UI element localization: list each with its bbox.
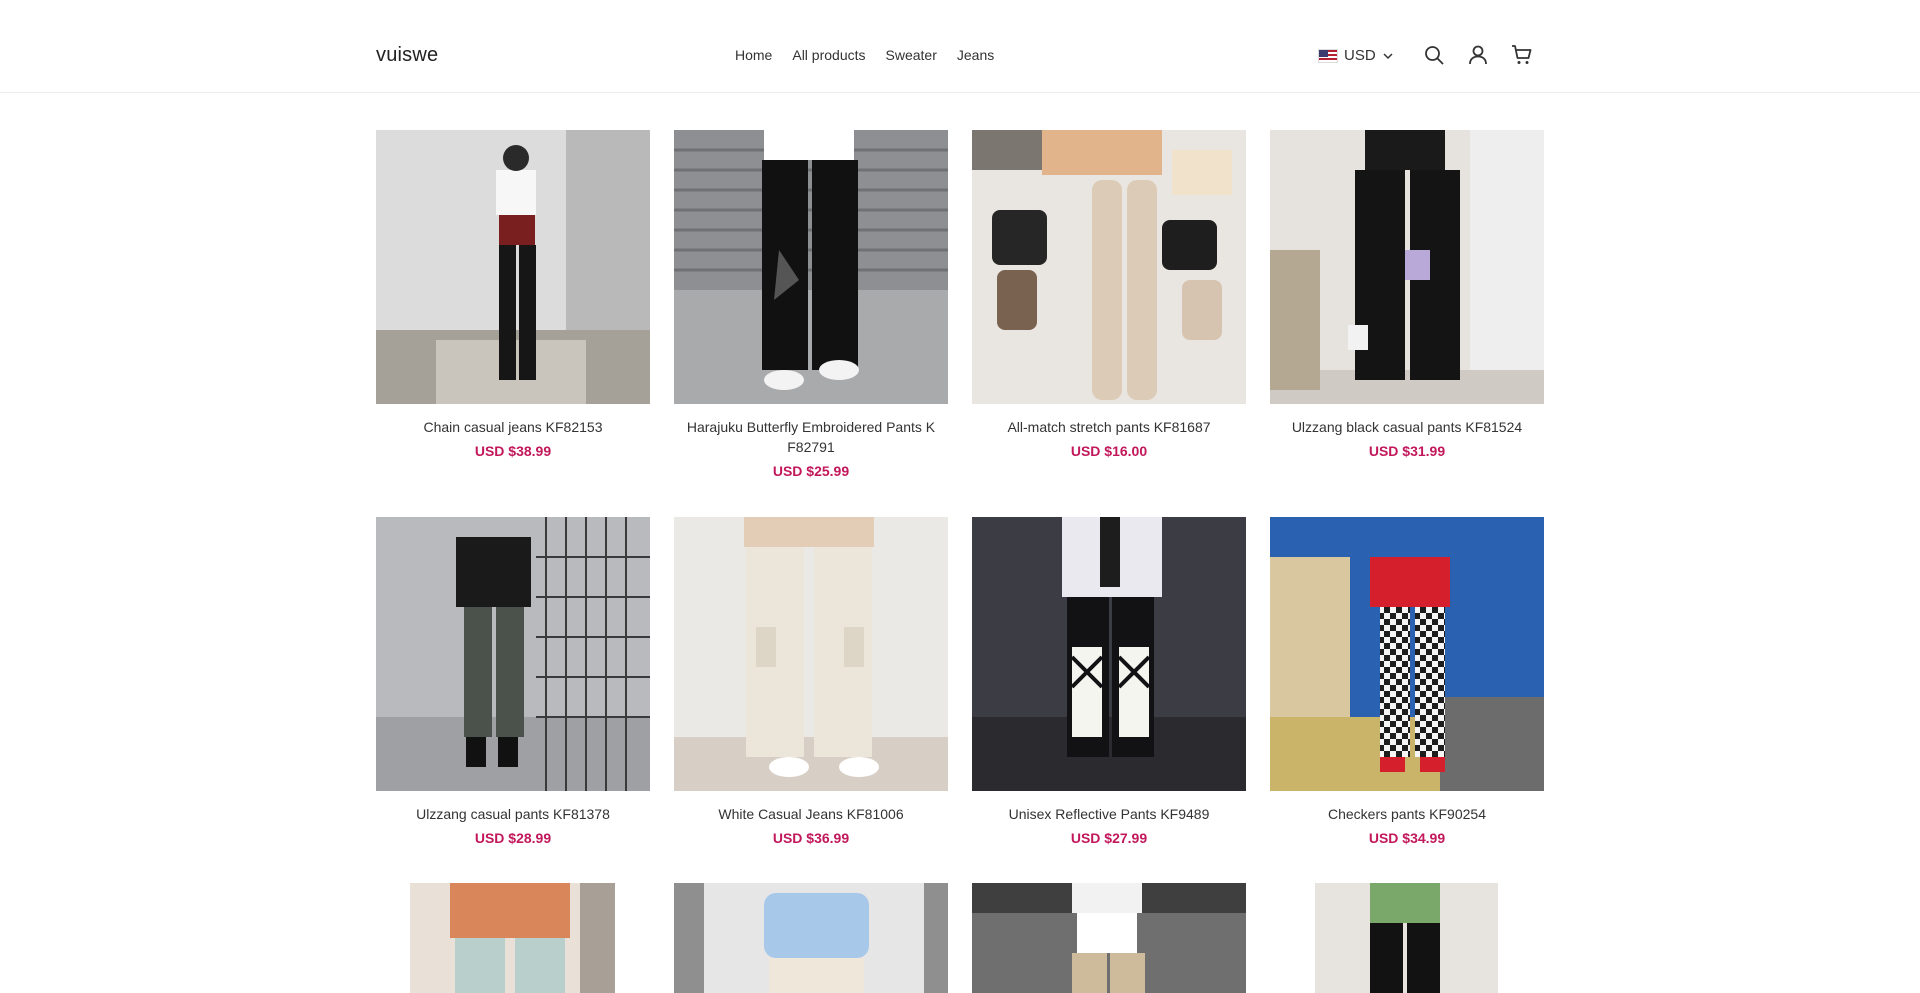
search-button[interactable] (1422, 43, 1446, 67)
product-price: USD $31.99 (1368, 443, 1446, 459)
product-card[interactable]: Ulzzang casual pants KF81378 USD $28.99 (376, 517, 650, 846)
user-icon (1469, 45, 1487, 65)
product-title[interactable]: Ulzzang black casual pants KF81524 (1270, 417, 1544, 437)
main-nav: Home All products Sweater Jeans (735, 47, 994, 63)
product-image[interactable] (972, 517, 1246, 791)
product-image[interactable] (972, 130, 1246, 404)
chevron-down-icon (1383, 52, 1393, 59)
product-title[interactable]: White Casual Jeans KF81006 (674, 804, 948, 824)
product-image[interactable] (674, 883, 948, 993)
currency-selector[interactable]: USD (1318, 47, 1394, 64)
product-image[interactable] (376, 517, 650, 791)
cart-button[interactable] (1510, 43, 1534, 67)
product-image[interactable] (1270, 130, 1544, 404)
product-image[interactable] (410, 883, 615, 993)
product-card[interactable] (410, 883, 615, 993)
product-card[interactable] (972, 883, 1246, 993)
account-button[interactable] (1466, 43, 1490, 67)
us-flag-icon (1318, 48, 1338, 63)
product-image[interactable] (674, 517, 948, 791)
product-image[interactable] (1315, 883, 1498, 993)
product-image[interactable] (972, 883, 1246, 993)
product-card[interactable]: Chain casual jeans KF82153 USD $38.99 (376, 130, 650, 459)
product-price: USD $36.99 (772, 830, 850, 846)
product-title[interactable]: Chain casual jeans KF82153 (376, 417, 650, 437)
store-logo[interactable]: vuiswe (376, 44, 438, 67)
product-card[interactable]: Checkers pants KF90254 USD $34.99 (1270, 517, 1544, 846)
product-card[interactable]: All-match stretch pants KF81687 USD $16.… (972, 130, 1246, 459)
product-title[interactable]: Checkers pants KF90254 (1270, 804, 1544, 824)
cart-icon (1512, 45, 1532, 64)
product-price: USD $16.00 (1070, 443, 1148, 459)
product-price: USD $38.99 (474, 443, 552, 459)
search-icon (1425, 46, 1444, 65)
product-title[interactable]: Ulzzang casual pants KF81378 (376, 804, 650, 824)
product-title[interactable]: Unisex Reflective Pants KF9489 (972, 804, 1246, 824)
product-card[interactable]: White Casual Jeans KF81006 USD $36.99 (674, 517, 948, 846)
product-price: USD $25.99 (772, 463, 850, 479)
product-price: USD $34.99 (1368, 830, 1446, 846)
nav-all-products[interactable]: All products (792, 47, 865, 63)
nav-jeans[interactable]: Jeans (957, 47, 994, 63)
product-card[interactable] (674, 883, 948, 993)
product-price: USD $27.99 (1070, 830, 1148, 846)
nav-home[interactable]: Home (735, 47, 772, 63)
product-image[interactable] (1270, 517, 1544, 791)
product-title[interactable]: Harajuku Butterfly Embroidered Pants K F… (674, 417, 948, 457)
site-header: vuiswe Home All products Sweater Jeans U… (0, 0, 1920, 93)
product-card[interactable]: Unisex Reflective Pants KF9489 USD $27.9… (972, 517, 1246, 846)
product-price: USD $28.99 (474, 830, 552, 846)
product-image[interactable] (376, 130, 650, 404)
product-card[interactable]: Harajuku Butterfly Embroidered Pants K F… (674, 130, 948, 479)
currency-label: USD (1344, 47, 1376, 64)
product-title[interactable]: All-match stretch pants KF81687 (972, 417, 1246, 437)
nav-sweater[interactable]: Sweater (886, 47, 937, 63)
product-image[interactable] (674, 130, 948, 404)
product-card[interactable]: Ulzzang black casual pants KF81524 USD $… (1270, 130, 1544, 459)
product-card[interactable] (1315, 883, 1498, 993)
